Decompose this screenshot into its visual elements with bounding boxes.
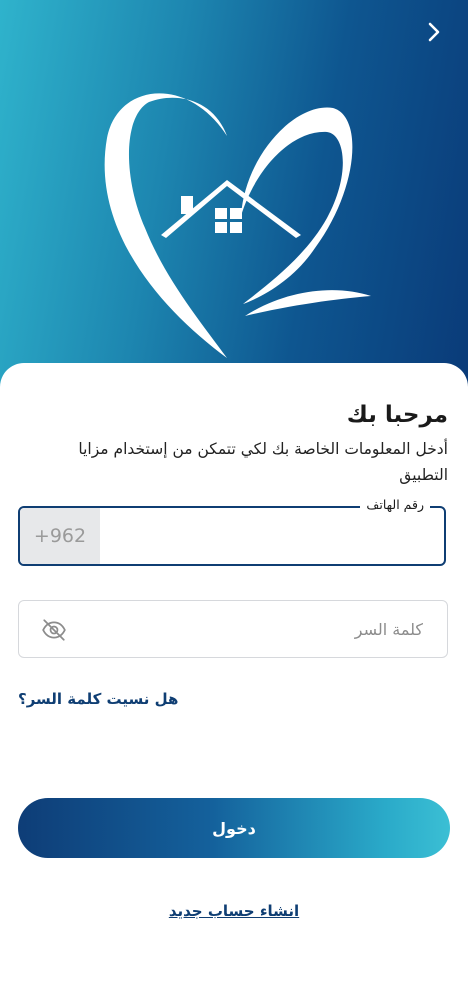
chevron-right-icon (428, 22, 440, 42)
hero-banner (0, 0, 468, 420)
logo-house-window-tl (215, 208, 227, 219)
login-button[interactable]: دخول (18, 798, 450, 858)
toggle-password-visibility-button[interactable] (41, 617, 67, 643)
logo-house-chimney (181, 196, 193, 214)
password-field (18, 600, 448, 658)
logo-house-window-bl (215, 222, 227, 233)
country-code-prefix[interactable]: +962 (20, 508, 100, 564)
password-input[interactable] (79, 601, 429, 657)
heart-house-logo (104, 93, 371, 359)
forgot-password-link[interactable]: هل نسيت كلمة السر؟ (18, 690, 178, 708)
create-account-link[interactable]: انشاء حساب جديد (0, 902, 468, 920)
logo-heart-left-stroke (104, 93, 227, 359)
logo-house-window-br (230, 222, 242, 233)
welcome-title: مرحبا بك (346, 402, 448, 428)
phone-input[interactable] (104, 508, 434, 564)
phone-field: رقم الهاتف +962 (18, 497, 446, 566)
welcome-subtitle: أدخل المعلومات الخاصة بك لكي تتمكن من إس… (78, 440, 448, 484)
logo-house-window-tr (230, 208, 242, 219)
eye-off-icon (42, 619, 66, 641)
back-button[interactable] (422, 20, 446, 44)
